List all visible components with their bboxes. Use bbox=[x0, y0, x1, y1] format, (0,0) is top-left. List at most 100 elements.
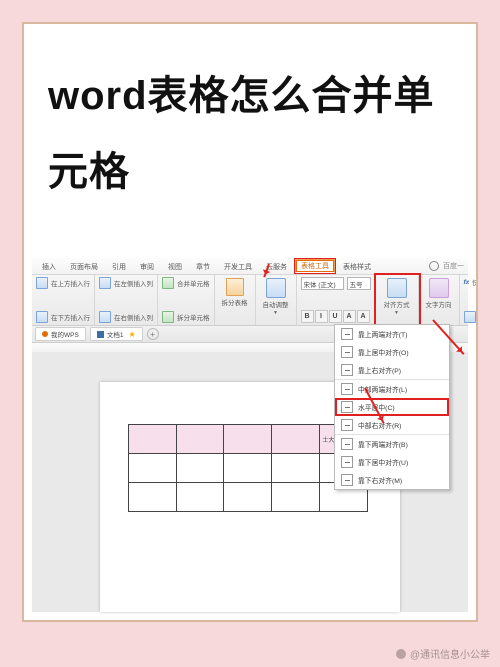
grp-formula: fx快速计算 公式 bbox=[460, 275, 479, 325]
align-menu-item[interactable]: 靠下居中对齐(U) bbox=[335, 453, 449, 471]
grp-autofit: 自动调整 ▼ bbox=[256, 275, 297, 325]
ribbon-tab[interactable]: 插入 bbox=[36, 260, 62, 273]
gear-icon[interactable] bbox=[429, 261, 439, 271]
table-cell[interactable] bbox=[129, 425, 177, 454]
chevron-down-icon[interactable]: ▼ bbox=[394, 310, 399, 316]
text-direction-icon[interactable] bbox=[429, 278, 449, 298]
grp-insert-rows: 在上方插入行 在下方插入行 bbox=[32, 275, 95, 325]
insert-row-above-icon[interactable] bbox=[36, 277, 48, 289]
label-merge[interactable]: 合并单元格 bbox=[177, 278, 210, 288]
table-cell[interactable] bbox=[224, 425, 272, 454]
card: word表格怎么合并单元格 插入页面布局引用审阅视图章节开发工具云服务表格工具表… bbox=[22, 22, 478, 622]
align-option-icon bbox=[341, 474, 353, 486]
label-col-left[interactable]: 在左侧插入列 bbox=[114, 278, 153, 288]
formula-icon[interactable] bbox=[464, 311, 476, 323]
grp-insert-cols: 在左侧插入列 在右侧插入列 bbox=[95, 275, 158, 325]
label-row-above[interactable]: 在上方插入行 bbox=[51, 278, 90, 288]
align-option-icon bbox=[341, 401, 353, 413]
font-name-select[interactable]: 宋体 (正文) bbox=[301, 277, 344, 290]
font-style-buttons: BIUAA bbox=[301, 310, 371, 323]
align-icon[interactable] bbox=[387, 278, 407, 298]
label-row-below[interactable]: 在下方插入行 bbox=[51, 312, 90, 322]
align-option-icon bbox=[341, 419, 353, 431]
font-style-button[interactable]: A bbox=[357, 310, 370, 323]
ribbon-tab[interactable]: 表格样式 bbox=[337, 260, 377, 273]
align-menu-item[interactable]: 中部两端对齐(L) bbox=[335, 379, 449, 398]
menu-item-label: 靠下右对齐(M) bbox=[358, 475, 402, 485]
new-tab-button[interactable]: + bbox=[147, 328, 159, 340]
align-option-icon bbox=[341, 346, 353, 358]
app-chip-label: 我的WPS bbox=[51, 329, 79, 339]
insert-row-below-icon[interactable] bbox=[36, 311, 48, 323]
fx-icon[interactable]: fx bbox=[464, 279, 470, 286]
align-option-icon bbox=[341, 456, 353, 468]
ribbon-tab[interactable]: 开发工具 bbox=[218, 260, 258, 273]
merge-cells-icon[interactable] bbox=[162, 277, 174, 289]
menu-item-label: 靠上右对齐(P) bbox=[358, 365, 401, 375]
label-split[interactable]: 拆分单元格 bbox=[177, 312, 210, 322]
align-menu-item[interactable]: 靠上居中对齐(O) bbox=[335, 343, 449, 361]
tabs-right: 百度一 bbox=[429, 261, 468, 271]
font-style-button[interactable]: B bbox=[301, 310, 314, 323]
ribbon-tab[interactable]: 审阅 bbox=[134, 260, 160, 273]
table-cell[interactable] bbox=[129, 483, 177, 512]
ribbon-tab[interactable]: 页面布局 bbox=[64, 260, 104, 273]
align-menu-item[interactable]: 靠下两端对齐(B) bbox=[335, 434, 449, 453]
ribbon-tab[interactable]: 章节 bbox=[190, 260, 216, 273]
star-icon[interactable]: ★ bbox=[128, 330, 135, 339]
align-menu-item[interactable]: 水平居中(C) bbox=[335, 398, 449, 416]
menu-item-label: 靠上居中对齐(O) bbox=[358, 347, 409, 357]
font-style-button[interactable]: A bbox=[343, 310, 356, 323]
watermark-icon bbox=[396, 649, 406, 659]
insert-col-right-icon[interactable] bbox=[99, 311, 111, 323]
label-autofit[interactable]: 自动调整 bbox=[263, 299, 289, 309]
align-dropdown-menu: 靠上两端对齐(T) 靠上居中对齐(O) 靠上右对齐(P) 中部两端对齐(L)水平居中(… bbox=[334, 324, 450, 490]
align-menu-item[interactable]: 靠下右对齐(M) bbox=[335, 471, 449, 489]
ribbon-tab[interactable]: 引用 bbox=[106, 260, 132, 273]
chevron-down-icon[interactable]: ▼ bbox=[273, 310, 278, 316]
doc-chip[interactable]: 文档1 ★ bbox=[90, 327, 143, 341]
table-cell[interactable] bbox=[129, 454, 177, 483]
label-calc[interactable]: 快速计算 bbox=[472, 277, 478, 287]
autofit-icon[interactable] bbox=[266, 278, 286, 298]
label-text-dir[interactable]: 文字方向 bbox=[426, 299, 452, 309]
ribbon-tab[interactable]: 表格工具 bbox=[295, 259, 335, 273]
ribbon: 在上方插入行 在下方插入行 在左侧插入列 在右侧插入列 合并单元格 拆分单元格 … bbox=[32, 275, 468, 326]
insert-col-left-icon[interactable] bbox=[99, 277, 111, 289]
table-cell[interactable] bbox=[272, 483, 320, 512]
font-style-button[interactable]: U bbox=[329, 310, 342, 323]
table-cell[interactable] bbox=[176, 425, 224, 454]
grp-split-table: 拆分表格 bbox=[215, 275, 256, 325]
split-cells-icon[interactable] bbox=[162, 311, 174, 323]
align-option-icon bbox=[341, 364, 353, 376]
app-screenshot: 插入页面布局引用审阅视图章节开发工具云服务表格工具表格样式 百度一 在上方插入行… bbox=[32, 258, 468, 612]
grp-font: 宋体 (正文) 五号 BIUAA bbox=[297, 275, 376, 325]
table-cell[interactable] bbox=[176, 454, 224, 483]
font-style-button[interactable]: I bbox=[315, 310, 328, 323]
ribbon-tab[interactable]: 视图 bbox=[162, 260, 188, 273]
align-menu-item[interactable]: 靠上右对齐(P) bbox=[335, 361, 449, 379]
table-cell[interactable] bbox=[272, 425, 320, 454]
watermark: @通讯信息小公举 bbox=[396, 646, 490, 661]
app-chip[interactable]: 我的WPS bbox=[35, 327, 86, 341]
document-table[interactable]: 士大夫撒士大夫 bbox=[128, 424, 368, 512]
label-align[interactable]: 对齐方式 bbox=[384, 299, 410, 309]
label-split-table[interactable]: 拆分表格 bbox=[222, 297, 248, 307]
align-menu-item[interactable]: 中部右对齐(R) bbox=[335, 416, 449, 434]
align-menu-item[interactable]: 靠上两端对齐(T) bbox=[335, 325, 449, 343]
label-col-right[interactable]: 在右侧插入列 bbox=[114, 312, 153, 322]
table-cell[interactable] bbox=[224, 454, 272, 483]
split-table-icon[interactable] bbox=[226, 278, 244, 296]
table-cell[interactable] bbox=[272, 454, 320, 483]
align-option-icon bbox=[341, 383, 353, 395]
grp-align[interactable]: 对齐方式 ▼ bbox=[376, 275, 419, 325]
ribbon-tabs: 插入页面布局引用审阅视图章节开发工具云服务表格工具表格样式 百度一 bbox=[32, 258, 468, 275]
table-cell[interactable] bbox=[176, 483, 224, 512]
table-cell[interactable] bbox=[224, 483, 272, 512]
doc-chip-label: 文档1 bbox=[107, 329, 124, 339]
font-size-select[interactable]: 五号 bbox=[347, 277, 371, 290]
search-badge[interactable]: 百度一 bbox=[443, 261, 464, 271]
watermark-text: @通讯信息小公举 bbox=[410, 646, 490, 661]
grp-text-dir: 文字方向 bbox=[419, 275, 460, 325]
menu-item-label: 靠上两端对齐(T) bbox=[358, 329, 407, 339]
